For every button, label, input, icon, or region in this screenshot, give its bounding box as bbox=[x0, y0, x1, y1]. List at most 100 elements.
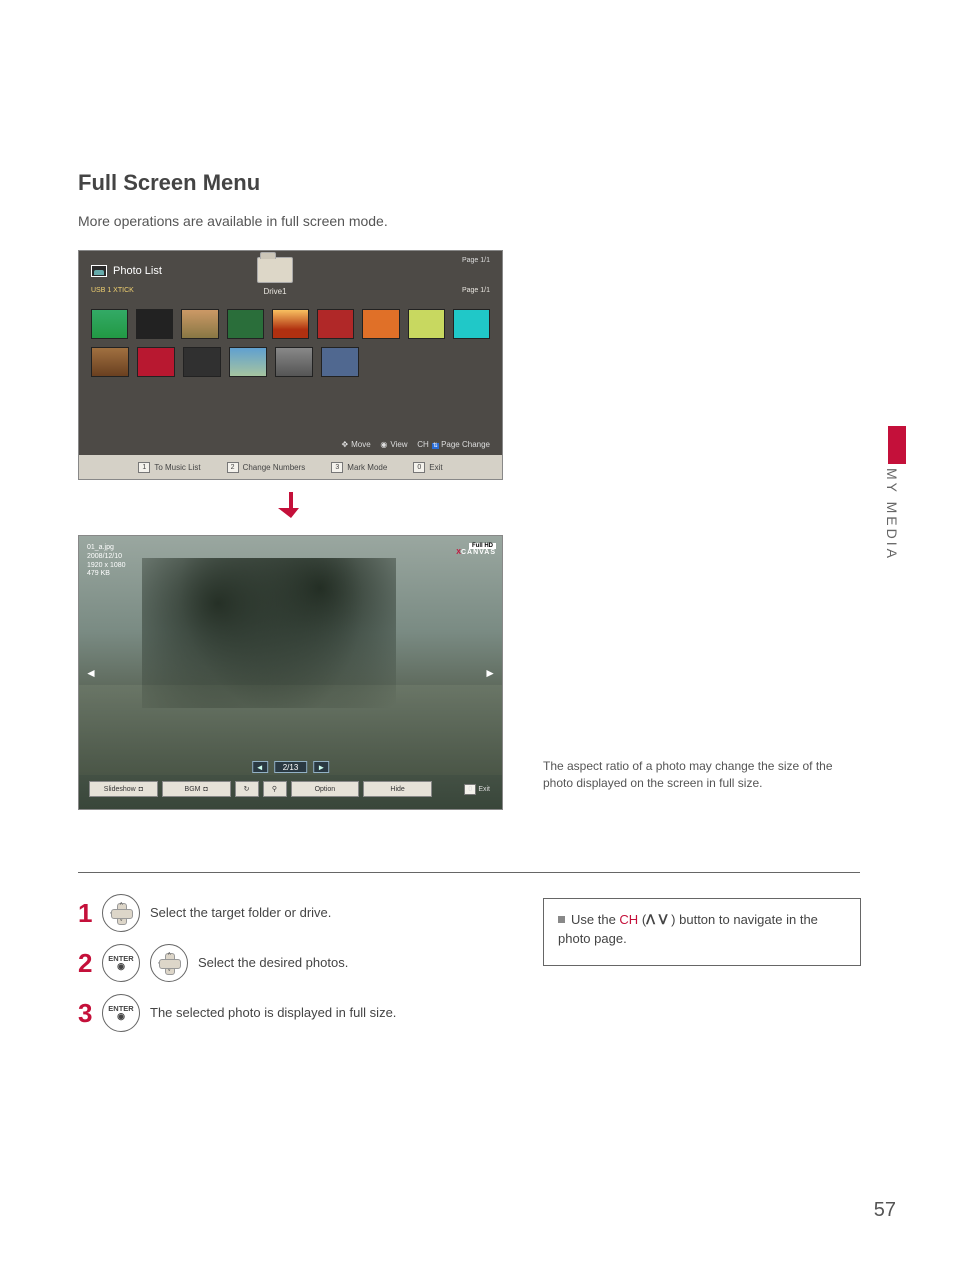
thumbnail bbox=[227, 309, 264, 339]
photo-toolbar: Slideshow ◘ BGM ◘ ↻ ⚲ Option Hide bbox=[79, 781, 502, 797]
nav-right-icon: ► bbox=[484, 666, 496, 680]
thumbnail bbox=[91, 347, 129, 377]
thumbnail bbox=[275, 347, 313, 377]
nav-button-icon: ˄˅˂˃ bbox=[150, 944, 188, 982]
move-icon: ✥ bbox=[341, 440, 348, 449]
photo-icon bbox=[91, 265, 107, 277]
canvas-logo: Full HD XCANVAS bbox=[456, 542, 496, 556]
page-number: 57 bbox=[874, 1199, 896, 1222]
exit-label: Exit bbox=[478, 786, 490, 793]
step-1-text: Select the target folder or drive. bbox=[150, 905, 331, 922]
footer-item-music: 1To Music List bbox=[138, 462, 200, 473]
nav-left-icon: ◄ bbox=[85, 666, 97, 680]
keycap-0: 0 bbox=[413, 462, 425, 473]
photo-resolution: 1920 x 1080 bbox=[87, 562, 126, 571]
section-side-label: MY MEDIA bbox=[884, 468, 900, 561]
tip-mid: ( bbox=[638, 912, 646, 927]
page-indicator-col: Page 1/1 bbox=[462, 287, 490, 294]
folder-icon bbox=[257, 257, 293, 283]
nav-button-icon: ˄˅˂˃ bbox=[102, 894, 140, 932]
keycap-0-exit: 0 bbox=[464, 784, 476, 795]
enter-button-icon: ENTER bbox=[102, 944, 140, 982]
thumbnail bbox=[317, 309, 354, 339]
tip-ch: CH bbox=[619, 912, 638, 927]
photo-list-screenshot: Photo List USB 1 XTICK Page 1/1 Drive1 P… bbox=[78, 250, 503, 480]
help-bar: ✥Move ◉View CH⇅ Page Change bbox=[79, 440, 502, 449]
pager-left-icon: ◄ bbox=[252, 761, 268, 773]
step-3-text: The selected photo is displayed in full … bbox=[150, 1005, 396, 1022]
thumbnail bbox=[362, 309, 399, 339]
step-1: 1 ˄˅˂˃ Select the target folder or drive… bbox=[78, 894, 498, 932]
step-3: 3 ENTER The selected photo is displayed … bbox=[78, 994, 498, 1032]
toolbar-option: Option bbox=[291, 781, 360, 797]
step-2-number: 2 bbox=[78, 948, 92, 979]
keycap-1: 1 bbox=[138, 462, 150, 473]
enter-button-icon: ENTER bbox=[102, 994, 140, 1032]
canvas-text: CANVAS bbox=[461, 549, 496, 556]
thumbnail bbox=[91, 309, 128, 339]
pager-right-icon: ► bbox=[313, 761, 329, 773]
up-down-arrows-icon: ᐱ ᐯ bbox=[646, 912, 667, 927]
footer-label-exit: Exit bbox=[429, 463, 442, 472]
thumbnail bbox=[136, 309, 173, 339]
photo-date: 2008/12/10 bbox=[87, 553, 126, 562]
toolbar-zoom: ⚲ bbox=[263, 781, 287, 797]
thumbnail bbox=[183, 347, 221, 377]
intro-text: More operations are available in full sc… bbox=[78, 213, 388, 229]
steps-list: 1 ˄˅˂˃ Select the target folder or drive… bbox=[78, 894, 498, 1044]
thumbnail bbox=[408, 309, 445, 339]
photo-info: 01_a.jpg 2008/12/10 1920 x 1080 479 KB bbox=[87, 544, 126, 579]
enter-dot-icon bbox=[108, 962, 133, 971]
photo-size: 479 KB bbox=[87, 570, 126, 579]
thumbnail bbox=[137, 347, 175, 377]
photo-pager: ◄ 2/13 ► bbox=[252, 761, 330, 773]
separator bbox=[78, 872, 860, 873]
thumbnail bbox=[321, 347, 359, 377]
photo-list-title-text: Photo List bbox=[113, 265, 162, 277]
aspect-ratio-note: The aspect ratio of a photo may change t… bbox=[543, 758, 863, 793]
step-1-number: 1 bbox=[78, 898, 92, 929]
tip-box: Use the CH (ᐱ ᐯ ) button to navigate in … bbox=[543, 898, 861, 966]
fullsize-photo-screenshot: 01_a.jpg 2008/12/10 1920 x 1080 479 KB F… bbox=[78, 535, 503, 810]
bullet-icon bbox=[558, 916, 565, 923]
help-move: Move bbox=[351, 440, 371, 449]
ch-icon: CH bbox=[417, 440, 429, 449]
toolbar-hide: Hide bbox=[363, 781, 432, 797]
down-arrow-icon bbox=[276, 490, 306, 520]
tip-pre: Use the bbox=[571, 912, 619, 927]
ch-badge-icon: ⇅ bbox=[432, 443, 439, 449]
stop-icon: ◘ bbox=[203, 786, 207, 793]
photo-list-footer: 1To Music List 2 Change Numbers 3 Mark Mod… bbox=[79, 455, 502, 479]
step-2-text: Select the desired photos. bbox=[198, 955, 348, 972]
keycap-3: 3 bbox=[331, 462, 343, 473]
thumbnail bbox=[229, 347, 267, 377]
view-icon: ◉ bbox=[380, 440, 387, 449]
usb-label: USB 1 XTICK bbox=[91, 287, 134, 294]
help-page-change: Page Change bbox=[441, 440, 490, 449]
step-2: 2 ENTER ˄˅˂˃ Select the desired photos. bbox=[78, 944, 498, 982]
footer-label-change-numbers: Change Numbers bbox=[243, 463, 306, 472]
toolbar-bgm-label: BGM bbox=[185, 786, 201, 793]
repeat-icon: ◘ bbox=[139, 786, 143, 793]
folder-label: Drive1 bbox=[257, 287, 293, 296]
toolbar-rotate: ↻ bbox=[235, 781, 259, 797]
footer-item-change-numbers: 2 Change Numbers bbox=[227, 462, 306, 473]
tip-close: ) bbox=[668, 912, 676, 927]
pager-count: 2/13 bbox=[274, 761, 308, 773]
photo-list-title: Photo List bbox=[91, 265, 162, 277]
enter-dot-icon bbox=[108, 1012, 133, 1021]
footer-item-mark-mode: 3 Mark Mode bbox=[331, 462, 387, 473]
keycap-2: 2 bbox=[227, 462, 239, 473]
thumbnail bbox=[181, 309, 218, 339]
toolbar-exit: 0 Exit bbox=[464, 784, 490, 795]
rotate-icon: ↻ bbox=[244, 785, 250, 793]
photo-filename: 01_a.jpg bbox=[87, 544, 126, 553]
side-accent bbox=[888, 426, 906, 464]
direction-pad-icon: ˄˅˂˃ bbox=[111, 903, 131, 923]
footer-item-exit: 0 Exit bbox=[413, 462, 442, 473]
direction-pad-icon: ˄˅˂˃ bbox=[159, 953, 179, 973]
thumbnail bbox=[453, 309, 490, 339]
page-heading: Full Screen Menu bbox=[78, 170, 260, 196]
thumbnail bbox=[272, 309, 309, 339]
footer-label-mark-mode: Mark Mode bbox=[347, 463, 387, 472]
